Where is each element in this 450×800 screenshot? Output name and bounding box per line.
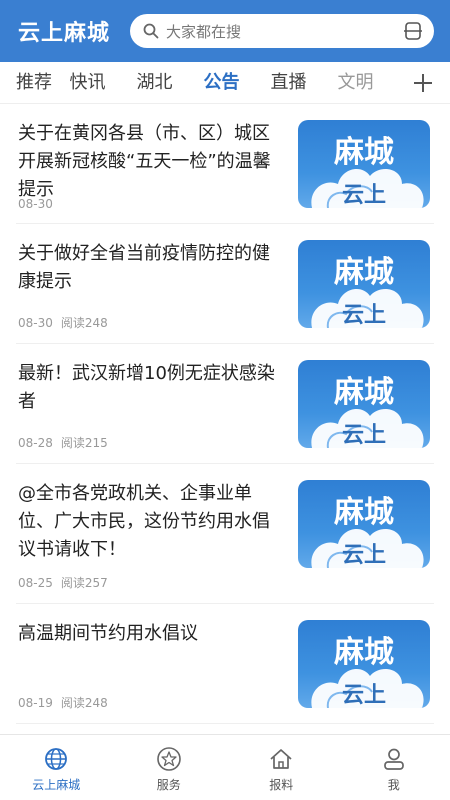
- news-date: 08-30: [18, 316, 53, 330]
- news-thumbnail: 麻城 云上: [298, 360, 430, 448]
- news-thumbnail: 麻城 云上: [298, 620, 430, 708]
- thumb-text-main: 麻城: [334, 495, 394, 530]
- news-item[interactable]: @全市各党政机关、企事业单位、广大市民，这份节约用水倡议书请收下！ 08-25 阅读…: [16, 464, 434, 604]
- nav-report-label: 报料: [269, 778, 294, 792]
- news-title: 高温期间节约用水倡议: [18, 623, 198, 644]
- news-date: 08-25: [18, 576, 53, 590]
- news-read-count: 阅读215: [60, 436, 108, 450]
- nav-me-label: 我: [387, 778, 400, 792]
- search-icon: [143, 23, 159, 39]
- app-header: 云上麻城 大家都在搜: [0, 0, 450, 62]
- nav-me[interactable]: 我: [338, 735, 450, 800]
- news-meta: 08-25 阅读257: [18, 574, 108, 591]
- news-meta: 08-30 阅读248: [18, 314, 108, 331]
- news-thumbnail: 麻城 云上: [298, 240, 430, 328]
- tab-flash[interactable]: 快讯: [54, 62, 121, 104]
- tab-notice[interactable]: 公告: [188, 62, 255, 104]
- bottom-nav: 云上麻城 服务 报料 我: [0, 734, 450, 800]
- news-read-count: 阅读248: [60, 696, 108, 710]
- thumb-text-sub: 云上: [342, 423, 386, 448]
- house-icon: [270, 749, 292, 769]
- news-item[interactable]: 高温期间节约用水倡议 08-19 阅读248 麻城云上: [16, 604, 434, 724]
- nav-service[interactable]: 服务: [113, 735, 226, 800]
- tab-strip: 推荐 快讯 湖北 公告 直播 文明: [0, 62, 400, 104]
- nav-service-label: 服务: [156, 778, 181, 792]
- nav-home[interactable]: 云上麻城: [0, 735, 113, 800]
- thumb-text-main: 麻城: [334, 135, 394, 170]
- news-read-count: 阅读257: [60, 576, 108, 590]
- news-title: @全市各党政机关、企事业单位、广大市民，这份节约用水倡议书请收下！: [18, 483, 270, 560]
- person-icon: [383, 748, 404, 770]
- tab-live[interactable]: 直播: [255, 62, 322, 104]
- news-date: 08-28: [18, 436, 53, 450]
- news-date: 08-30: [18, 197, 53, 211]
- news-item[interactable]: 关于在黄冈各县（市、区）城区开展新冠核酸“五天一检”的温馨提示 08-30 麻城云上: [16, 104, 434, 224]
- news-item[interactable]: 最新！武汉新增10例无症状感染者 08-28 阅读215 麻城云上: [16, 344, 434, 464]
- news-item[interactable]: 关于做好全省当前疫情防控的健康提示 08-30 阅读248 麻城云上: [16, 224, 434, 344]
- news-title: 最新！武汉新增10例无症状感染者: [18, 363, 275, 412]
- channel-tabs: 推荐 快讯 湖北 公告 直播 文明: [0, 62, 450, 104]
- tab-civilization[interactable]: 文明: [322, 62, 389, 104]
- search-bar[interactable]: 大家都在搜: [130, 14, 434, 48]
- app-title: 云上麻城: [18, 21, 111, 46]
- news-meta: 08-19 阅读248: [18, 694, 108, 711]
- news-list: 关于在黄冈各县（市、区）城区开展新冠核酸“五天一检”的温馨提示 08-30 麻城 云上…: [0, 104, 450, 734]
- thumb-text-sub: 云上: [342, 303, 386, 328]
- star-icon: [156, 747, 181, 771]
- thumb-text-sub: 云上: [342, 183, 386, 208]
- news-read-count: 阅读248: [60, 316, 108, 330]
- add-channel-icon[interactable]: [410, 70, 436, 96]
- thumb-text-sub: 云上: [342, 543, 386, 568]
- news-meta: 08-28 阅读215: [18, 434, 108, 451]
- tab-hubei[interactable]: 湖北: [121, 62, 188, 104]
- nav-home-label: 云上麻城: [32, 778, 81, 792]
- thumb-text-main: 麻城: [334, 635, 394, 670]
- scan-icon[interactable]: [402, 20, 424, 42]
- thumb-text-main: 麻城: [334, 255, 394, 290]
- news-title: 关于在黄冈各县（市、区）城区开展新冠核酸“五天一检”的温馨提示: [18, 123, 271, 200]
- tab-recommend[interactable]: 推荐: [0, 62, 54, 104]
- search-placeholder: 大家都在搜: [166, 22, 242, 41]
- thumb-text-sub: 云上: [342, 683, 386, 708]
- news-thumbnail: 麻城 云上: [298, 480, 430, 568]
- news-thumbnail: 麻城 云上: [298, 120, 430, 208]
- news-title: 关于做好全省当前疫情防控的健康提示: [18, 243, 270, 292]
- nav-report[interactable]: 报料: [225, 735, 338, 800]
- thumb-text-main: 麻城: [334, 375, 394, 410]
- news-meta: 08-30: [18, 197, 53, 211]
- news-date: 08-19: [18, 696, 53, 710]
- globe-icon: [45, 748, 68, 770]
